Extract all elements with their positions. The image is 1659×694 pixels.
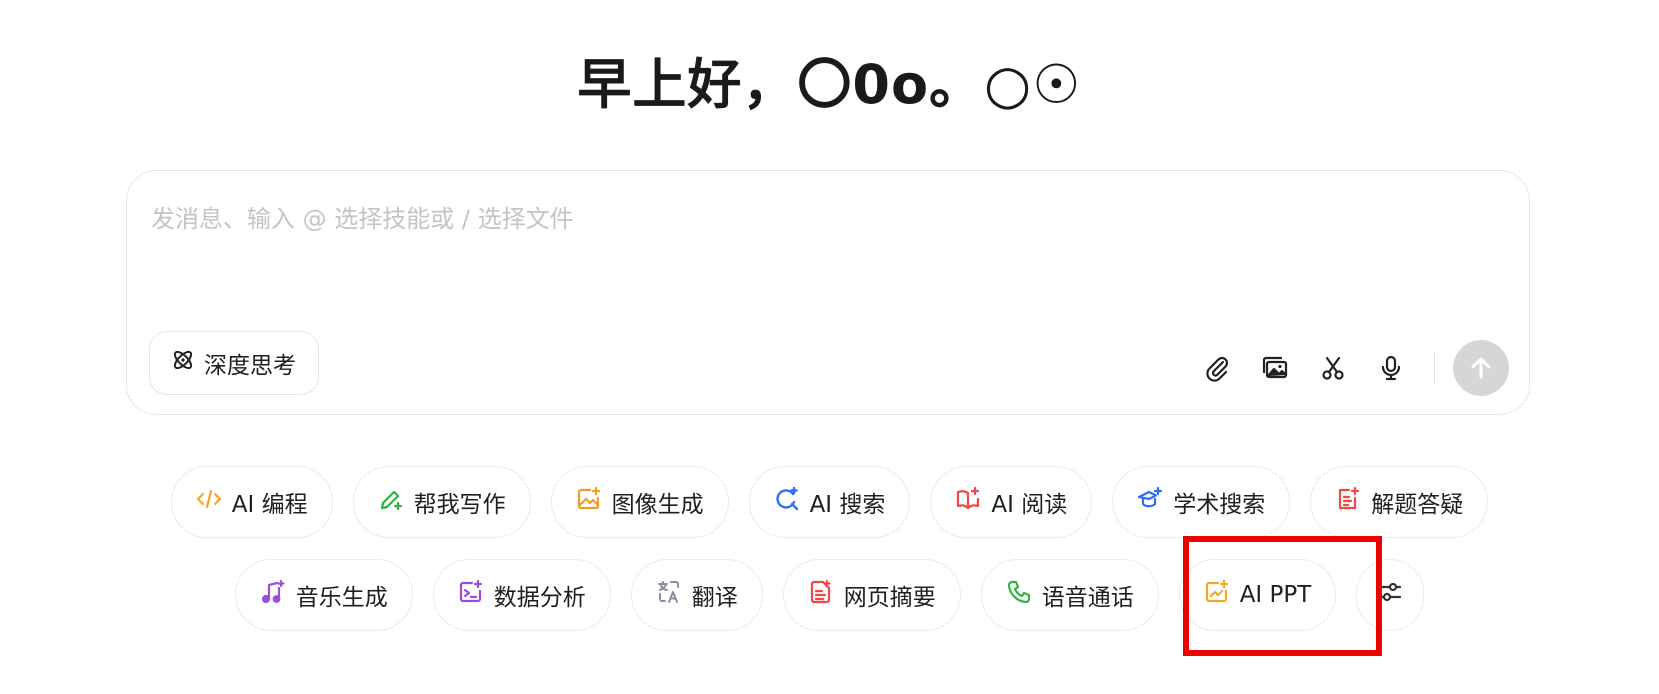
image-icon[interactable] xyxy=(1246,339,1304,397)
chip-label: AI 阅读 xyxy=(991,492,1068,518)
send-button[interactable] xyxy=(1453,340,1509,396)
chip-label: 图像生成 xyxy=(611,492,704,518)
chip-label: 帮我写作 xyxy=(413,492,506,518)
pen-sparkle-icon xyxy=(378,486,404,518)
chip-writing[interactable]: 帮我写作 xyxy=(352,466,531,538)
chip-label: 翻译 xyxy=(691,585,738,611)
chip-label: AI 搜索 xyxy=(809,492,886,518)
translate-icon xyxy=(656,579,682,611)
message-composer[interactable]: 深度思考 xyxy=(126,170,1530,415)
greeting-title: 早上好，〇0o。○☉ xyxy=(577,53,1082,116)
sliders-icon xyxy=(1376,578,1404,612)
tools-divider xyxy=(1434,352,1435,384)
scissors-icon[interactable] xyxy=(1304,339,1362,397)
more-skills-button[interactable] xyxy=(1356,559,1425,631)
skill-chips-row-1: AI 编程 帮我写作 图像生成 AI 搜索 AI 阅读 学术搜索 解题答疑 xyxy=(0,466,1659,538)
code-icon xyxy=(196,486,222,518)
chip-label: 学术搜索 xyxy=(1173,492,1266,518)
main-page: 早上好，〇0o。○☉ 深度思考 xyxy=(0,0,1659,694)
chip-ai-reading[interactable]: AI 阅读 xyxy=(930,466,1093,538)
chart-sparkle-icon xyxy=(458,579,484,611)
chip-label: 数据分析 xyxy=(493,585,586,611)
chip-ai-coding[interactable]: AI 编程 xyxy=(170,466,333,538)
chip-image-generation[interactable]: 图像生成 xyxy=(550,466,729,538)
arrow-up-icon xyxy=(1471,357,1491,379)
microphone-icon[interactable] xyxy=(1362,339,1420,397)
message-input[interactable] xyxy=(151,205,1451,233)
deep-think-label: 深度思考 xyxy=(204,353,296,379)
chip-academic-search[interactable]: 学术搜索 xyxy=(1112,466,1291,538)
notepad-sparkle-icon xyxy=(1335,486,1361,518)
image-sparkle-icon xyxy=(576,486,602,518)
chip-label: AI PPT xyxy=(1239,582,1312,608)
skill-chips-row-2: 音乐生成 数据分析 翻译 网页摘要 语音通话 AI PPT xyxy=(0,559,1659,631)
chip-label: 网页摘要 xyxy=(843,585,936,611)
chip-translate[interactable]: 翻译 xyxy=(630,559,763,631)
search-sparkle-icon xyxy=(774,486,800,518)
chip-data-analysis[interactable]: 数据分析 xyxy=(432,559,611,631)
deep-think-button[interactable]: 深度思考 xyxy=(149,331,319,395)
composer-tools xyxy=(1188,339,1509,397)
presentation-sparkle-icon xyxy=(1204,579,1230,611)
chip-problem-solving[interactable]: 解题答疑 xyxy=(1310,466,1489,538)
graduation-cap-icon xyxy=(1137,486,1163,518)
chip-label: AI 编程 xyxy=(231,492,308,518)
document-icon xyxy=(808,579,834,611)
atom-icon xyxy=(170,347,196,379)
chip-ai-ppt[interactable]: AI PPT xyxy=(1178,559,1337,631)
chip-music-generation[interactable]: 音乐生成 xyxy=(234,559,413,631)
chip-voice-call[interactable]: 语音通话 xyxy=(980,559,1159,631)
phone-icon xyxy=(1006,579,1032,611)
paperclip-icon[interactable] xyxy=(1188,339,1246,397)
book-sparkle-icon xyxy=(955,486,981,518)
music-note-icon xyxy=(260,579,286,611)
chip-label: 语音通话 xyxy=(1041,585,1134,611)
chip-web-summary[interactable]: 网页摘要 xyxy=(782,559,961,631)
chip-label: 解题答疑 xyxy=(1371,492,1464,518)
chip-ai-search[interactable]: AI 搜索 xyxy=(748,466,911,538)
chip-label: 音乐生成 xyxy=(295,585,388,611)
